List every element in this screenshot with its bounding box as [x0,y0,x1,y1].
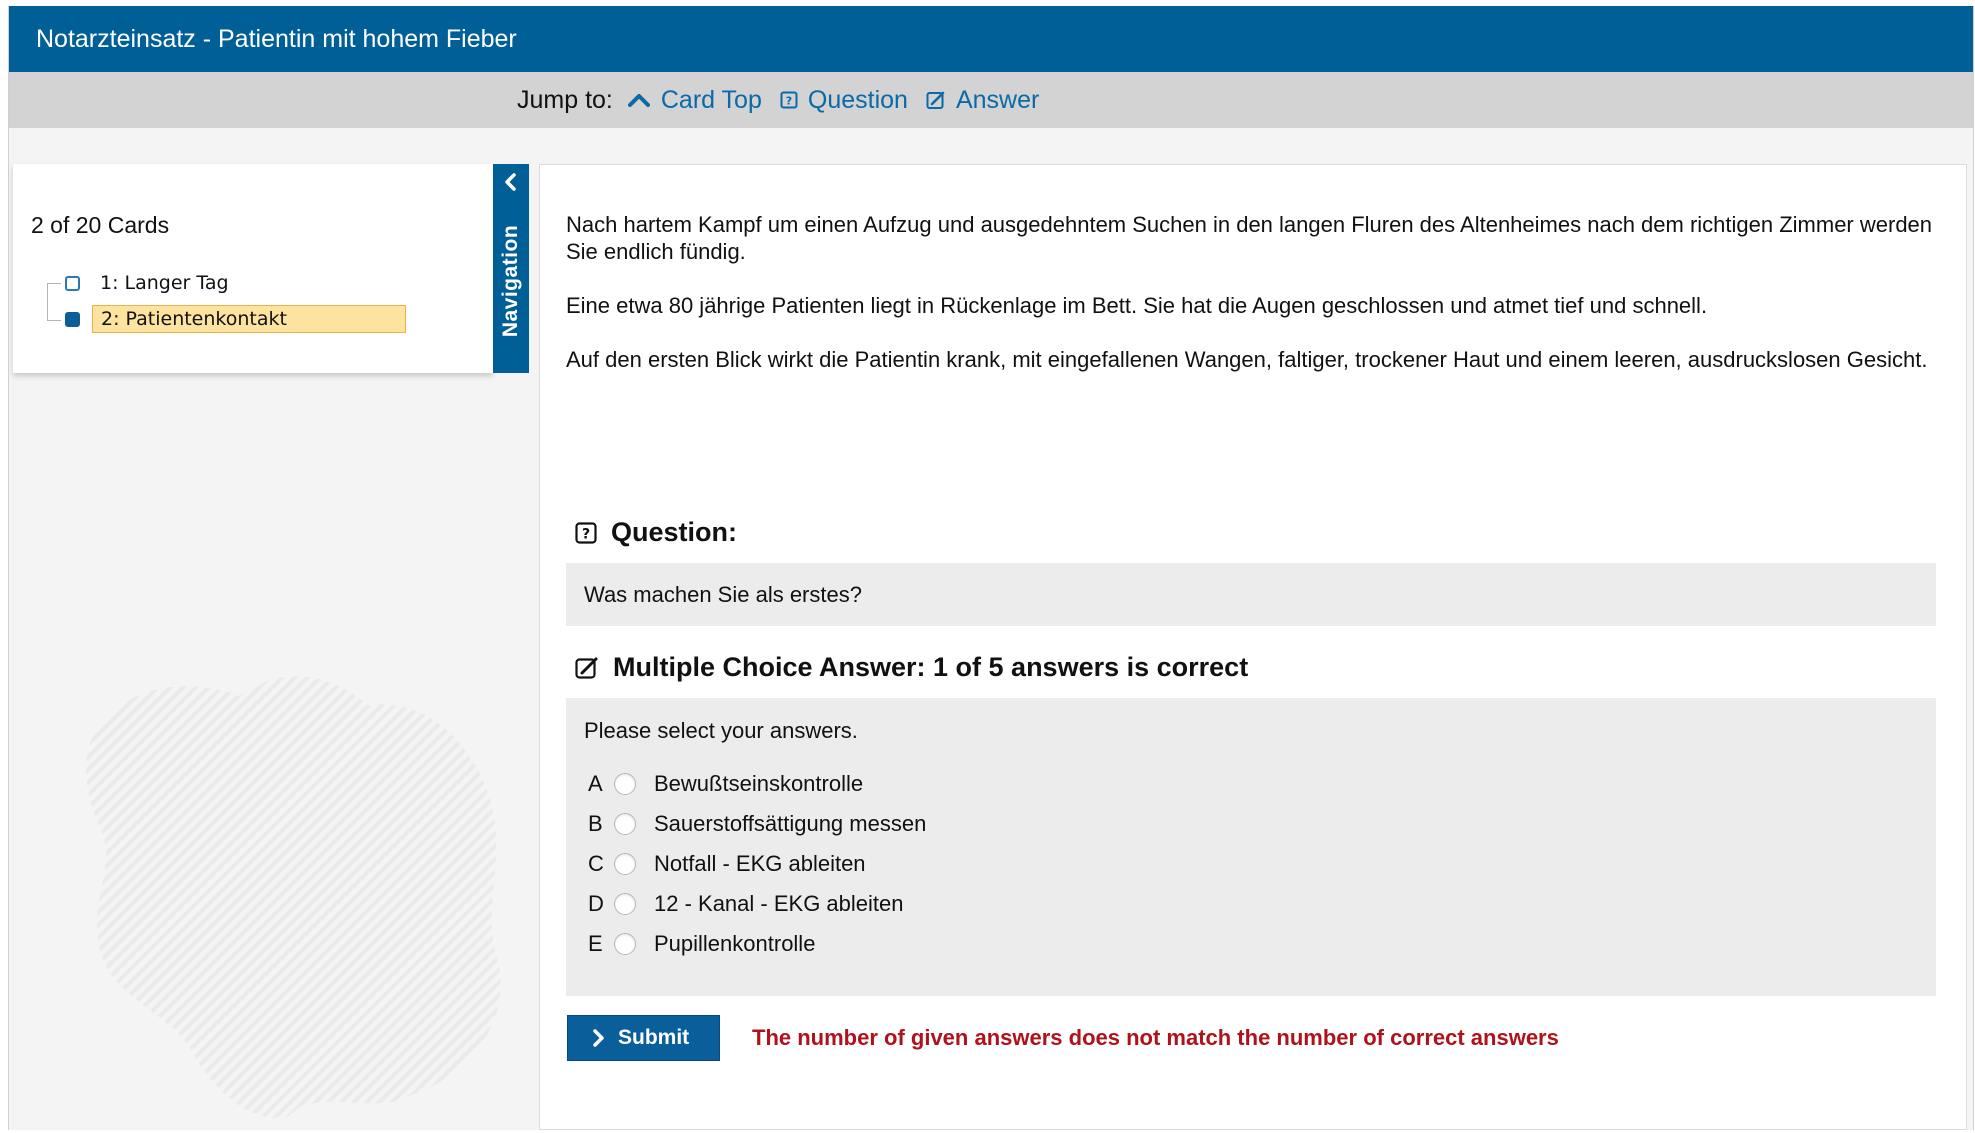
page-title: Notarzteinsatz - Patientin mit hohem Fie… [36,25,517,53]
svg-text:?: ? [786,95,792,108]
nav-item-label: 2: Patientenkontakt [92,305,406,333]
option-label: Pupillenkontrolle [654,931,816,956]
jump-link-question-label: Question [807,85,908,114]
card-content: Nach hartem Kampf um einen Aufzug und au… [539,164,1967,1130]
tree-connector [47,283,61,284]
navigation-tab-label: Navigation [499,224,523,338]
option-label: Bewußtseinskontrolle [654,771,864,796]
chevron-right-icon [592,1029,606,1047]
nav-item-langer-tag[interactable]: 1: Langer Tag [65,269,237,297]
option-letter: C [588,851,604,876]
question-box-icon: ? [780,91,798,109]
radio-button[interactable] [614,933,636,955]
option-letter: B [588,811,603,836]
submit-button[interactable]: Submit [567,1015,720,1061]
option-label: Notfall - EKG ableiten [654,851,866,876]
answer-option-c[interactable]: C Notfall - EKG ableiten [588,848,866,880]
validation-error: The number of given answers does not mat… [752,1025,1559,1050]
scenario-paragraph: Nach hartem Kampf um einen Aufzug und au… [566,212,1933,264]
tree-connector [47,320,61,321]
checkbox-filled-icon [65,311,80,327]
app-window: Notarzteinsatz - Patientin mit hohem Fie… [8,6,1974,1130]
option-letter: A [588,771,603,796]
question-heading: ? Question: [575,517,737,548]
question-box-icon: ? [575,521,597,544]
scenario-paragraph: Eine etwa 80 jährige Patienten liegt in … [566,293,1708,318]
radio-button[interactable] [614,893,636,915]
answer-hint: Please select your answers. [584,718,858,743]
navigation-panel: 2 of 20 Cards 1: Langer Tag 2: Patienten… [13,164,493,373]
chevron-left-icon [501,172,521,197]
nav-item-label: 1: Langer Tag [100,272,229,294]
option-label: 12 - Kanal - EKG ableiten [654,891,904,916]
option-letter: D [588,891,604,916]
checkbox-empty-icon [65,275,80,291]
option-letter: E [588,931,603,956]
question-heading-label: Question: [611,517,737,547]
jump-bar: Jump to: Card Top ? Question Answer [9,72,1973,128]
card-counter: 2 of 20 Cards [31,212,170,238]
answer-option-d[interactable]: D 12 - Kanal - EKG ableiten [588,888,903,920]
scenario-paragraph: Auf den ersten Blick wirkt die Patientin… [566,347,1928,372]
radio-button[interactable] [614,813,636,835]
map-watermark [85,676,501,1118]
answer-heading: Multiple Choice Answer: 1 of 5 answers i… [575,652,1248,683]
radio-button[interactable] [614,773,636,795]
question-text: Was machen Sie als erstes? [566,563,1936,626]
submit-button-label: Submit [618,1026,690,1049]
option-label: Sauerstoffsättigung messen [654,811,927,836]
answer-options-panel: Please select your answers. A Bewußtsein… [566,698,1936,996]
jump-link-answer[interactable]: Answer [926,86,1039,115]
answer-option-b[interactable]: B Sauerstoffsättigung messen [588,808,926,840]
svg-text:?: ? [582,526,590,542]
navigation-toggle-tab[interactable]: Navigation [493,164,529,373]
jump-link-answer-label: Answer [955,85,1040,114]
radio-button[interactable] [614,853,636,875]
jump-link-question[interactable]: ? Question [780,86,908,115]
title-bar: Notarzteinsatz - Patientin mit hohem Fie… [9,6,1973,72]
tree-connector [47,283,48,321]
answer-option-e[interactable]: E Pupillenkontrolle [588,928,815,960]
jump-link-card-top-label: Card Top [660,85,762,114]
edit-box-icon [926,90,946,110]
answer-heading-label: Multiple Choice Answer: 1 of 5 answers i… [613,652,1249,682]
jump-link-card-top[interactable]: Card Top [627,86,762,115]
answer-option-a[interactable]: A Bewußtseinskontrolle [588,768,863,800]
edit-box-icon [575,656,599,680]
chevron-up-icon [627,92,651,108]
nav-item-patientenkontakt[interactable]: 2: Patientenkontakt [65,305,406,333]
jump-label: Jump to: [517,85,613,114]
